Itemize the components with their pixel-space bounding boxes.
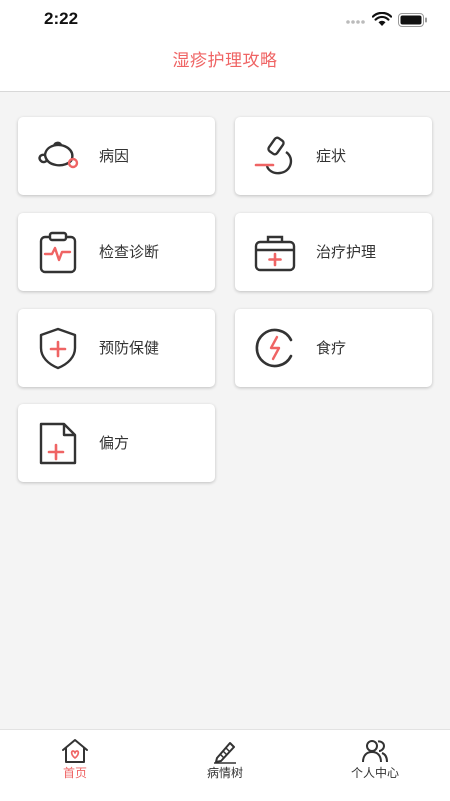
menu-card-label: 检查诊断 bbox=[99, 243, 160, 261]
tab-condition-tree[interactable]: 病情树 bbox=[150, 730, 300, 790]
menu-card-diagnosis[interactable]: 检查诊断 bbox=[18, 213, 215, 291]
wifi-icon bbox=[372, 12, 392, 26]
menu-card-label: 症状 bbox=[316, 147, 347, 165]
menu-card-folk-remedy[interactable]: 偏方 bbox=[18, 404, 215, 482]
menu-card-prevention[interactable]: 预防保健 bbox=[18, 309, 215, 387]
menu-card-treatment[interactable]: 治疗护理 bbox=[235, 213, 432, 291]
menu-card-label: 食疗 bbox=[316, 339, 347, 357]
users-icon bbox=[362, 740, 388, 763]
battery-icon bbox=[398, 13, 427, 27]
menu-card-label: 治疗护理 bbox=[316, 243, 377, 261]
menu-card-cause[interactable]: 病因 bbox=[18, 117, 215, 195]
tab-label: 病情树 bbox=[206, 766, 243, 780]
menu-card-label: 病因 bbox=[99, 147, 130, 165]
status-time: 2:22 bbox=[44, 9, 79, 28]
tab-label: 首页 bbox=[62, 766, 87, 780]
menu-card-symptom[interactable]: 症状 bbox=[235, 117, 432, 195]
home-heart-icon bbox=[62, 739, 88, 763]
menu-card-label: 偏方 bbox=[99, 434, 130, 452]
menu-card-label: 预防保健 bbox=[99, 339, 160, 357]
microscope-icon bbox=[254, 136, 293, 175]
navigation-bar: 湿疹护理攻略 bbox=[0, 40, 450, 92]
medical-kit-icon bbox=[254, 235, 296, 272]
shield-plus-icon bbox=[39, 327, 77, 370]
menu-card-diet-therapy[interactable]: 食疗 bbox=[235, 309, 432, 387]
bowl-icon bbox=[255, 328, 293, 368]
document-plus-icon bbox=[39, 422, 77, 465]
cellular-signal-icon bbox=[346, 20, 365, 24]
clipboard-pulse-icon bbox=[39, 231, 77, 274]
teapot-icon bbox=[38, 141, 79, 169]
tab-bar: 首页 病情树 个人中心 bbox=[0, 729, 450, 801]
tab-label: 个人中心 bbox=[350, 766, 399, 780]
tab-home[interactable]: 首页 bbox=[0, 730, 150, 790]
page-title: 湿疹护理攻略 bbox=[172, 51, 278, 71]
status-bar: 2:22 bbox=[0, 0, 450, 40]
pencil-icon bbox=[214, 742, 236, 764]
tab-profile[interactable]: 个人中心 bbox=[300, 730, 450, 790]
